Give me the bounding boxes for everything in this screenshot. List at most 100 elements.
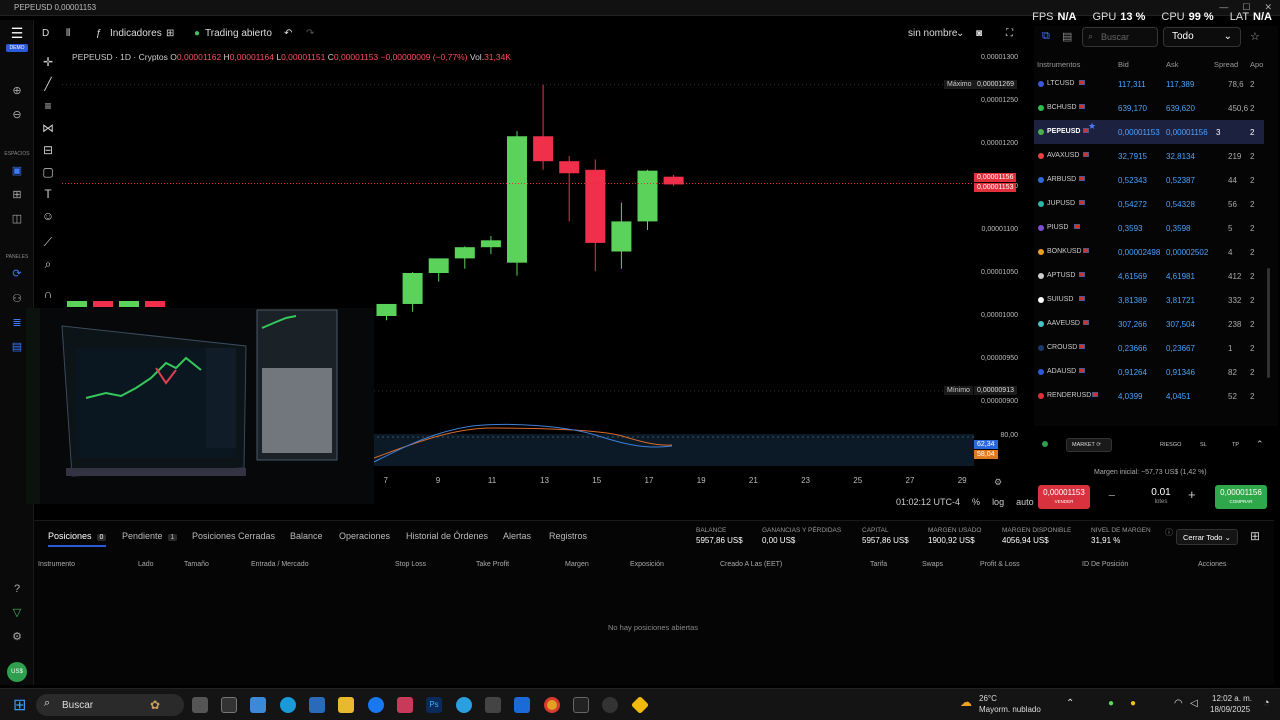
table-column-header[interactable]: Tamaño	[184, 561, 209, 568]
risk-tab[interactable]: RIESGO	[1160, 442, 1181, 448]
taskbar-search[interactable]: ⌕ Buscar ✿	[36, 694, 184, 716]
instrument-row[interactable]: BONKUSD 0,00002498 0,00002502 4 2	[1034, 240, 1264, 264]
sell-button[interactable]: 0,00001153 VENDER	[1038, 485, 1090, 509]
emoji-icon[interactable]: ☺	[40, 208, 56, 224]
positions-tab[interactable]: Registros	[549, 531, 587, 541]
volume-icon[interactable]: ◁	[1190, 698, 1198, 709]
sl-tab[interactable]: SL	[1200, 442, 1207, 448]
redo-icon[interactable]: ↷	[306, 28, 314, 39]
price-axis[interactable]: 0,000013000,000012500,000012000,00001150…	[944, 48, 1030, 488]
notifications-icon[interactable]: ◔	[1263, 697, 1270, 709]
app-icon-6[interactable]	[573, 697, 589, 713]
table-column-header[interactable]: Stop Loss	[395, 561, 426, 568]
space-list-icon[interactable]: ◫	[8, 210, 26, 228]
tab-watchlist-icon[interactable]: ⧉	[1042, 30, 1050, 43]
candle-body[interactable]	[637, 170, 658, 222]
facebook-icon[interactable]	[368, 697, 384, 713]
table-column-header[interactable]: Instrumento	[38, 561, 75, 568]
chevron-up-icon[interactable]: ⌃	[1256, 439, 1264, 450]
tray-app-icon[interactable]: ●	[1108, 698, 1114, 709]
table-column-header[interactable]: Exposición	[630, 561, 664, 568]
close-all-button[interactable]: Cerrar Todo ⌄	[1176, 529, 1238, 545]
table-column-header[interactable]: Acciones	[1198, 561, 1226, 568]
avatar[interactable]: US$	[7, 662, 27, 682]
channel-icon[interactable]: ⊟	[40, 142, 56, 158]
app-icon-7[interactable]	[602, 697, 618, 713]
instrument-row[interactable]: ARBUSD 0,52343 0,52387 44 2	[1034, 168, 1264, 192]
crosshair-icon[interactable]: ✛	[40, 54, 56, 70]
templates-icon[interactable]: ⊞	[166, 28, 174, 39]
trendline-icon[interactable]: ╱	[40, 76, 56, 92]
instrument-row[interactable]: AVAXUSD 32,7915 32,8134 219 2	[1034, 144, 1264, 168]
candle-body[interactable]	[119, 301, 139, 307]
instrument-row[interactable]: BCHUSD 639,170 639,620 450,6 2	[1034, 96, 1264, 120]
instrument-row[interactable]: JUPUSD 0,54272 0,54328 56 2	[1034, 192, 1264, 216]
candle-body[interactable]	[507, 136, 527, 263]
tp-tab[interactable]: TP	[1232, 442, 1239, 448]
candle-body[interactable]	[533, 136, 554, 162]
app-icon-3[interactable]	[397, 697, 413, 713]
instruments-scrollbar[interactable]	[1267, 268, 1270, 378]
tray-chevron-icon[interactable]: ⌃	[1066, 698, 1074, 709]
edge-icon[interactable]	[280, 697, 296, 713]
table-column-header[interactable]: Tarifa	[870, 561, 887, 568]
legend-symbol[interactable]: PEPEUSD · 1D · Cryptos	[72, 52, 168, 62]
magnifier-icon[interactable]: ⌕	[40, 256, 56, 272]
fullscreen-icon[interactable]: ⛶	[1006, 28, 1013, 39]
candle-body[interactable]	[454, 247, 475, 259]
table-column-header[interactable]: Lado	[138, 561, 154, 568]
candle-body[interactable]	[480, 240, 501, 248]
positions-tab[interactable]: Pendiente 1	[122, 531, 178, 541]
positions-tab[interactable]: Historial de Órdenes	[406, 531, 488, 541]
text-icon[interactable]: T	[40, 186, 56, 202]
shield-icon[interactable]: ▽	[8, 604, 26, 622]
panel-book-icon[interactable]: ▤	[8, 338, 26, 356]
increase-lots-icon[interactable]: +	[1188, 487, 1196, 502]
info-icon[interactable]: ⓘ	[1165, 527, 1173, 538]
app-icon-2[interactable]	[250, 697, 266, 713]
candle-body[interactable]	[428, 258, 449, 273]
table-column-header[interactable]: Profit & Loss	[980, 561, 1020, 568]
chart-type-icon[interactable]: ⫴	[66, 28, 70, 39]
wifi-icon[interactable]: ◠	[1174, 698, 1183, 709]
magnet-icon[interactable]: ∩	[40, 286, 56, 302]
instrument-row[interactable]: RENDERUSD 4,0399 4,0451 52 2	[1034, 384, 1264, 408]
instrument-row[interactable]: PEPEUSD 0,00001153 0,00001156 3 2	[1034, 120, 1264, 144]
filter-select[interactable]: Todo ⌄	[1163, 27, 1241, 47]
zoom-out-icon[interactable]: ⊖	[8, 106, 26, 124]
telegram-icon[interactable]	[456, 697, 472, 713]
ruler-icon[interactable]: ⟋	[40, 234, 56, 250]
instrument-row[interactable]: LTCUSD 117,311 117,389 78,6 2	[1034, 72, 1264, 96]
camera-icon[interactable]: ◙	[976, 28, 982, 39]
app-icon-1[interactable]	[221, 697, 237, 713]
chrome-icon[interactable]	[544, 697, 560, 713]
space-chart-icon[interactable]: ▣	[8, 162, 26, 180]
pattern-icon[interactable]: ⋈	[40, 120, 56, 136]
instrument-row[interactable]: SUIUSD 3,81389 3,81721 332 2	[1034, 288, 1264, 312]
fib-icon[interactable]: ≡	[40, 98, 56, 114]
binance-icon[interactable]	[630, 695, 650, 715]
gear-icon[interactable]: ⚙	[8, 628, 26, 646]
table-column-header[interactable]: Swaps	[922, 561, 943, 568]
interval-button[interactable]: D	[42, 28, 49, 39]
positions-tab[interactable]: Balance	[290, 531, 323, 541]
indicators-button[interactable]: Indicadores	[110, 28, 162, 39]
tray-app2-icon[interactable]: ●	[1130, 698, 1136, 709]
trading-open-button[interactable]: Trading abierto	[205, 28, 272, 39]
tab-calendar-icon[interactable]: ▤	[1062, 30, 1072, 43]
star-icon[interactable]: ☆	[1250, 30, 1260, 43]
positions-tab[interactable]: Operaciones	[339, 531, 390, 541]
positions-tab[interactable]: Posiciones 0	[48, 531, 107, 541]
store-icon[interactable]	[309, 697, 325, 713]
task-view-icon[interactable]	[192, 697, 208, 713]
instrument-row[interactable]: CROUSD 0,23666 0,23667 1 2	[1034, 336, 1264, 360]
instrument-row[interactable]: PIUSD 0,3593 0,3598 5 2	[1034, 216, 1264, 240]
panel-list-icon[interactable]: ≣	[8, 314, 26, 332]
undo-icon[interactable]: ↶	[284, 28, 292, 39]
menu-icon[interactable]: ☰	[8, 24, 26, 42]
layout-name[interactable]: sin nombre	[908, 28, 957, 39]
buy-button[interactable]: 0,00001156 COMPRAR	[1215, 485, 1267, 509]
percent-toggle[interactable]: %	[972, 497, 980, 507]
positions-tab[interactable]: Posiciones Cerradas	[192, 531, 275, 541]
candle-body[interactable]	[67, 301, 87, 307]
